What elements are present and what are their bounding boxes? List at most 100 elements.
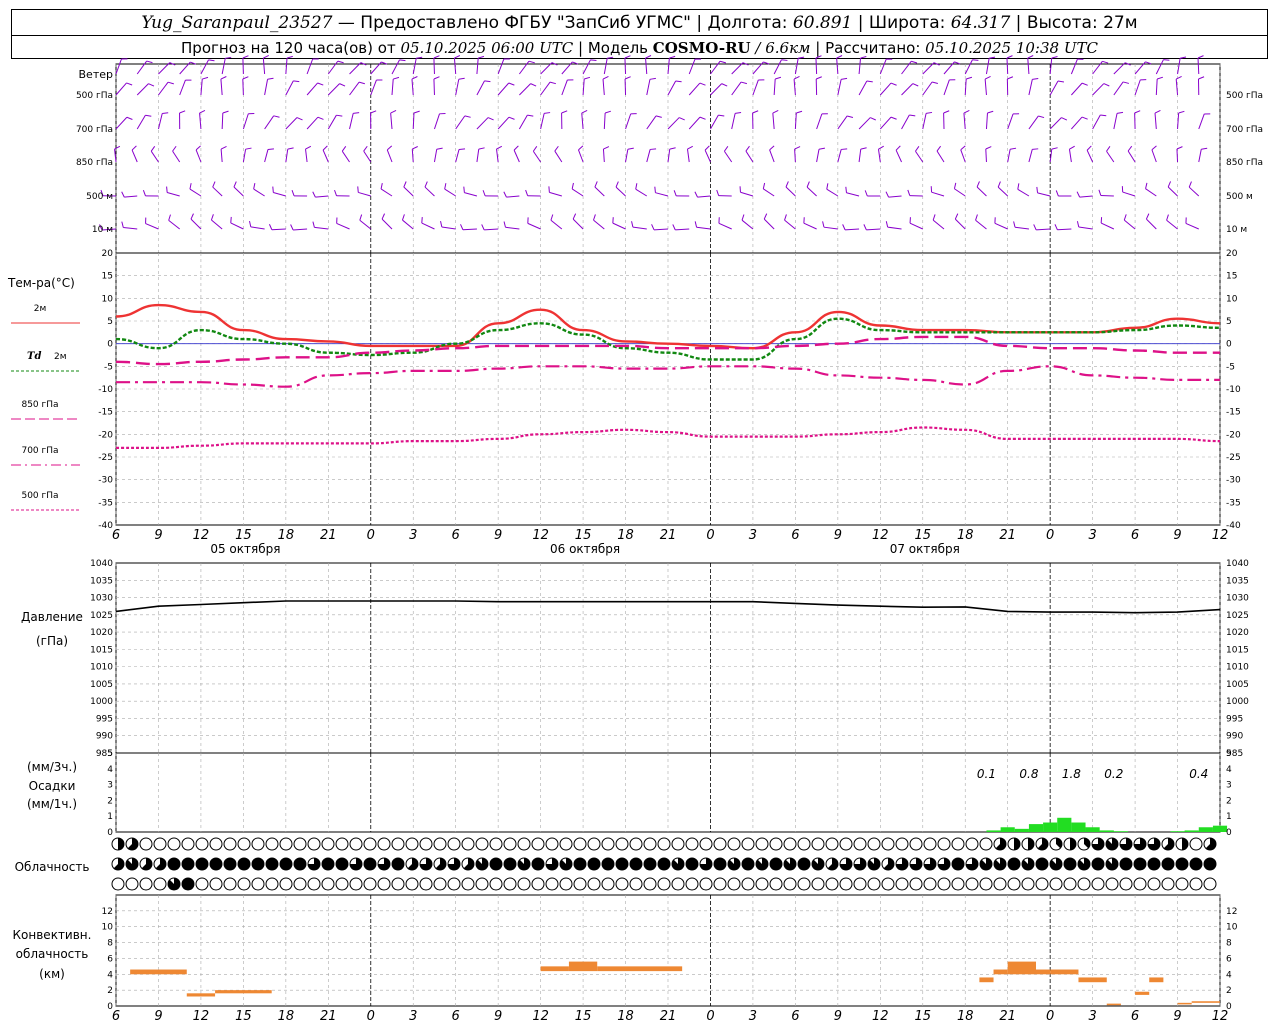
wind-barb-flag	[975, 214, 978, 221]
wind-barb	[315, 195, 329, 198]
cloud-symbol	[951, 837, 965, 851]
wind-barb-flag	[866, 80, 873, 83]
cloud-fill	[714, 858, 726, 870]
wind-barb	[915, 150, 924, 163]
wind-barb-flag	[943, 110, 950, 114]
convective-ytick-right: 12	[1226, 907, 1237, 917]
wind-barb-flag	[463, 186, 465, 193]
time-tick-label: 18	[957, 528, 974, 543]
wind-barb-flag	[745, 145, 750, 152]
pressure-ylabel: Давление	[21, 610, 83, 624]
wind-barb-flag	[895, 145, 901, 151]
cloud-symbol	[923, 877, 937, 891]
wind-barb-flag	[1145, 182, 1148, 189]
wind-barb	[963, 113, 966, 130]
wind-barb-flag	[527, 114, 534, 117]
wind-level-label-right: 500 гПа	[1226, 91, 1263, 101]
cloud-symbol	[867, 837, 881, 851]
wind-barb-flag	[126, 82, 133, 86]
wind-barb-flag	[815, 55, 822, 59]
precip-bar	[1071, 822, 1086, 832]
wind-barb	[837, 79, 842, 96]
wind-barb-flag	[1197, 55, 1204, 59]
wind-barb-flag	[1134, 110, 1141, 114]
cloud-symbol	[937, 877, 951, 891]
convective-ytick-right: 10	[1226, 923, 1238, 933]
wind-barb	[349, 81, 360, 96]
wind-barb	[554, 150, 563, 163]
wind-barb	[136, 83, 149, 96]
convective-ytick-right: 6	[1226, 954, 1232, 964]
cloud-symbol	[461, 877, 475, 891]
precip-bar	[1184, 830, 1199, 832]
precip-bar	[1099, 830, 1114, 832]
cloud-symbol	[265, 837, 279, 851]
wind-barb	[1078, 226, 1093, 230]
cloud-symbol	[923, 837, 937, 851]
wind-barb-flag	[341, 146, 347, 152]
wind-barb	[773, 79, 776, 96]
wind-barb	[846, 192, 860, 197]
wind-barb-flag	[675, 80, 682, 83]
convective-ytick-right: 4	[1226, 970, 1232, 980]
cloud-fill	[1134, 858, 1146, 870]
wind-barb	[476, 149, 480, 163]
cloud-fill	[952, 858, 964, 870]
wind-barb	[577, 149, 584, 163]
wind-barb-flag	[411, 76, 418, 80]
pressure-panel-ytick-right: 1020	[1226, 628, 1249, 638]
pressure-panel-ytick-right: 1025	[1226, 611, 1249, 621]
convective-bar	[1050, 969, 1079, 975]
pressure-unit: (гПа)	[36, 634, 68, 648]
cloud-symbol	[335, 837, 349, 851]
cloud-symbol	[811, 877, 825, 891]
cloud-symbol	[447, 877, 461, 891]
wind-barb-flag	[793, 76, 800, 80]
precip-bar	[1000, 827, 1015, 832]
wind-barb	[1176, 148, 1179, 163]
cloud-symbol	[965, 837, 979, 851]
wind-barb	[306, 58, 314, 75]
wind-barb-flag	[669, 147, 676, 150]
wind-barb-flag	[268, 224, 273, 230]
wind-barb-flag	[578, 145, 584, 151]
wind-barb-flag	[615, 181, 619, 188]
wind-barb	[349, 113, 354, 130]
cloud-symbol	[475, 837, 489, 851]
wind-barb	[532, 150, 542, 163]
wind-barb	[667, 80, 677, 96]
time-tick-label: 18	[278, 528, 295, 543]
precip-ytick-left: 3	[107, 781, 113, 791]
time-tick-label: 9	[1173, 528, 1181, 543]
wind-barb-flag	[841, 148, 848, 150]
cloud-symbol	[573, 837, 587, 851]
wind-barb-flag	[822, 221, 825, 228]
cloud-symbol	[629, 877, 643, 891]
wind-barb	[1007, 113, 1014, 130]
bottom-time-tick-label: 12	[193, 1009, 210, 1024]
wind-barb	[391, 59, 400, 75]
wind-barb	[763, 188, 775, 197]
wind-barb-flag	[651, 224, 655, 231]
cloud-fill	[1064, 858, 1076, 870]
cloud-symbol	[727, 877, 741, 891]
cloud-symbol	[433, 837, 447, 851]
wind-barb-flag	[571, 182, 574, 190]
wind-barb	[975, 219, 987, 230]
pressure-panel-ytick-left: 1030	[90, 594, 113, 604]
cloud-symbol	[867, 877, 881, 891]
wind-barb	[752, 79, 759, 96]
cloud-fill	[630, 858, 642, 870]
wind-barb-flag	[1175, 76, 1182, 80]
wind-barb-flag	[655, 115, 662, 118]
wind-barb	[285, 117, 298, 130]
wind-barb-flag	[590, 59, 597, 62]
wind-barb	[242, 149, 247, 163]
wind-barb-flag	[669, 55, 676, 59]
wind-barb	[688, 58, 696, 75]
cloud-fill	[1182, 838, 1188, 850]
cloud-symbol	[1189, 837, 1203, 851]
wind-barb	[994, 222, 1008, 230]
cloud-symbol	[979, 877, 993, 891]
wind-barb-flag	[312, 221, 315, 228]
